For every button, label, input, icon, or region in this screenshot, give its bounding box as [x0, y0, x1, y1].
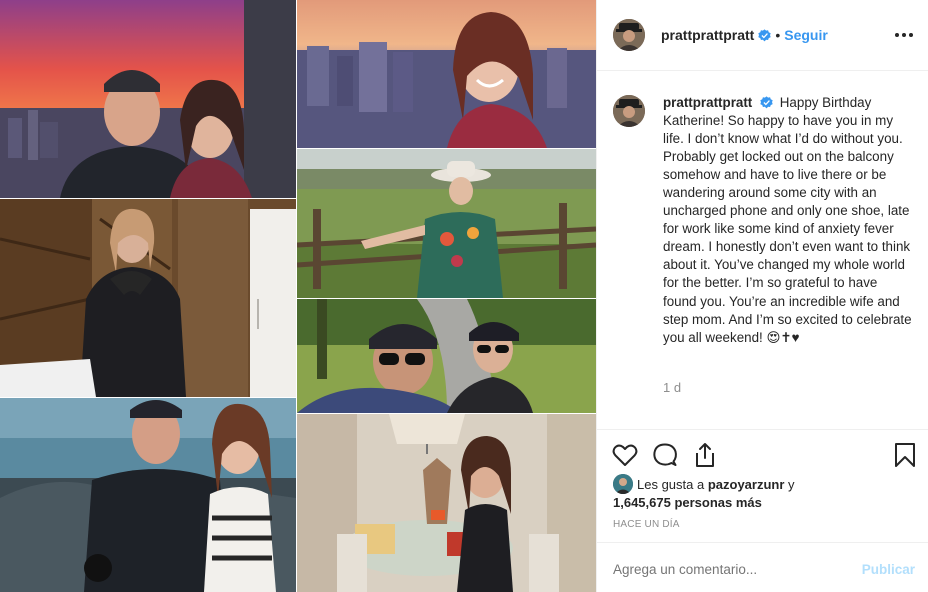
likes-summary: Les gusta a pazoyarzunr y 1,645,675 pers… — [613, 474, 913, 512]
photo-sunset-selfie — [0, 0, 296, 198]
author-username[interactable]: prattprattpratt — [661, 27, 754, 43]
caption-relative-time[interactable]: 1 d — [663, 380, 681, 395]
liker-username[interactable]: pazoyarzunr — [708, 477, 785, 492]
photo-aquarium — [0, 398, 296, 592]
more-options-icon[interactable] — [895, 26, 915, 42]
comment-bubble-icon[interactable] — [651, 441, 679, 469]
photo-sunglasses-selfie — [297, 299, 596, 413]
post-actions-bar — [597, 431, 928, 479]
post-header: prattprattpratt • Seguir — [597, 0, 928, 71]
comment-input[interactable] — [613, 562, 843, 577]
verified-badge-icon — [758, 29, 772, 42]
photo-heart-hands — [0, 199, 296, 397]
separator-dot: • — [775, 27, 781, 43]
comments-area: prattprattpratt Happy Birthday Katherine… — [597, 72, 928, 430]
follow-button[interactable]: Seguir — [784, 27, 828, 43]
author-avatar[interactable] — [613, 19, 645, 51]
publish-comment-button[interactable]: Publicar — [862, 562, 915, 577]
post-timestamp: HACE UN DÍA — [613, 519, 680, 530]
caption-verified-badge-icon — [760, 96, 773, 109]
likes-count[interactable]: 1,645,675 personas más — [613, 495, 762, 510]
bookmark-icon[interactable] — [891, 441, 919, 469]
caption-username[interactable]: prattprattpratt — [663, 95, 752, 110]
caption-text: Happy Birthday Katherine! So happy to ha… — [663, 95, 912, 345]
post-caption: prattprattpratt Happy Birthday Katherine… — [663, 94, 913, 347]
header-user-line: prattprattpratt • Seguir — [661, 27, 828, 43]
photo-dog-living-room — [297, 414, 596, 592]
liker-avatar[interactable] — [613, 474, 633, 494]
heart-icon[interactable] — [611, 441, 639, 469]
likes-conjunction: y — [788, 477, 795, 492]
photo-ranch-fence — [297, 149, 596, 298]
caption-author-avatar[interactable] — [613, 95, 645, 127]
share-icon[interactable] — [691, 441, 719, 469]
post-media-collage[interactable] — [0, 0, 596, 592]
post-side-panel: prattprattpratt • Seguir prattprattpratt H… — [596, 0, 928, 592]
photo-city-portrait — [297, 0, 596, 148]
likes-prefix: Les gusta a — [637, 477, 705, 492]
add-comment-bar: Publicar — [597, 542, 928, 592]
